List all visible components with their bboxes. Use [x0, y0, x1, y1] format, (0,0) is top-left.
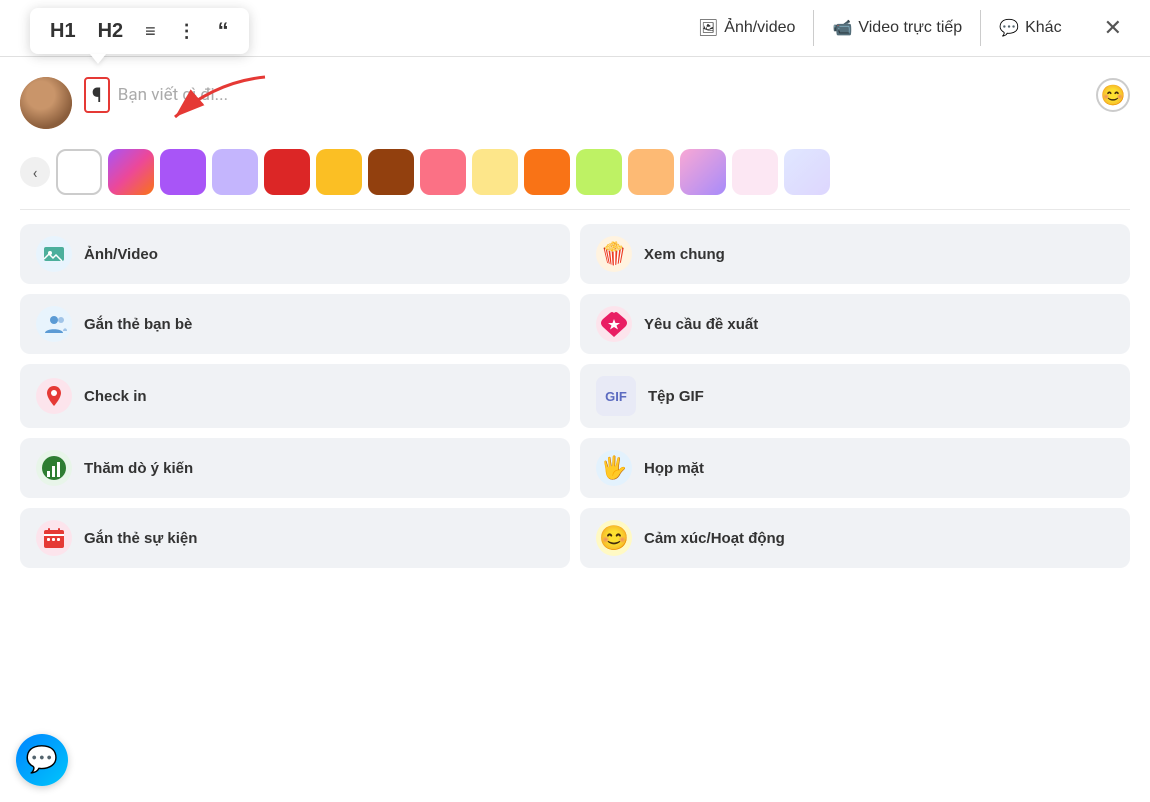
action-poll-label: Thăm dò ý kiến	[84, 460, 193, 477]
emoji-button[interactable]: 😊	[1096, 78, 1130, 112]
watch-action-icon: 🍿	[596, 236, 632, 272]
bg-swatch-orange[interactable]	[524, 149, 570, 195]
avatar-image	[20, 77, 72, 129]
bg-swatch-yellow[interactable]	[316, 149, 362, 195]
tab-other[interactable]: 💬 Khác	[980, 10, 1079, 46]
toolbar-tabs: 🖼 Ảnh/video 📹 Video trực tiếp 💬 Khác ✕	[680, 10, 1130, 46]
bg-swatch-pink[interactable]	[420, 149, 466, 195]
bg-swatch-peach[interactable]	[628, 149, 674, 195]
format-ol-button[interactable]: ⋮	[174, 19, 200, 44]
action-meeting-button[interactable]: 🖐 Họp mặt	[580, 438, 1130, 498]
paragraph-icon: ¶	[92, 83, 102, 107]
format-h2-button[interactable]: H2	[94, 18, 128, 45]
action-meeting-label: Họp mặt	[644, 460, 704, 477]
action-recommend-label: Yêu cầu đề xuất	[644, 316, 758, 333]
poll-action-icon	[36, 450, 72, 486]
action-tag-label: Gắn thẻ bạn bè	[84, 316, 192, 333]
action-tag-button[interactable]: Gắn thẻ bạn bè	[20, 294, 570, 354]
photo-action-icon	[36, 236, 72, 272]
action-watch-label: Xem chung	[644, 246, 725, 263]
tab-live-label: Video trực tiếp	[858, 19, 962, 37]
action-event-label: Gắn thẻ sự kiện	[84, 530, 197, 547]
bg-swatch-purple[interactable]	[160, 149, 206, 195]
action-checkin-button[interactable]: Check in	[20, 364, 570, 428]
photo-icon: 🖼	[698, 18, 718, 38]
avatar	[20, 77, 72, 129]
input-area: ¶ Bạn viết gì đi... 😊	[84, 77, 1130, 113]
chat-icon: 💬	[999, 18, 1019, 38]
gif-action-icon: GIF	[596, 376, 636, 416]
close-button[interactable]: ✕	[1096, 11, 1130, 45]
tag-action-icon	[36, 306, 72, 342]
bg-swatch-brown[interactable]	[368, 149, 414, 195]
action-poll-button[interactable]: Thăm dò ý kiến	[20, 438, 570, 498]
tab-other-label: Khác	[1025, 19, 1061, 37]
bg-swatch-gradient2[interactable]	[680, 149, 726, 195]
main-content: ¶ Bạn viết gì đi... 😊 ‹	[0, 57, 1150, 582]
action-event-button[interactable]: Gắn thẻ sự kiện	[20, 508, 570, 568]
bg-swatch-gradient1[interactable]	[108, 149, 154, 195]
format-ul-button[interactable]: ≡	[141, 19, 160, 44]
bg-swatch-lime[interactable]	[576, 149, 622, 195]
post-text-input[interactable]: Bạn viết gì đi...	[118, 85, 228, 105]
checkin-action-icon	[36, 378, 72, 414]
bg-swatch-lavender[interactable]	[212, 149, 258, 195]
format-quote-button[interactable]: “	[214, 16, 233, 46]
bg-swatch-red[interactable]	[264, 149, 310, 195]
action-gif-label: Tệp GIF	[648, 388, 704, 405]
action-checkin-label: Check in	[84, 388, 147, 405]
video-icon: 📹	[832, 18, 852, 38]
action-watch-button[interactable]: 🍿 Xem chung	[580, 224, 1130, 284]
meeting-action-icon: 🖐	[596, 450, 632, 486]
event-action-icon	[36, 520, 72, 556]
user-row: ¶ Bạn viết gì đi... 😊	[20, 57, 1130, 139]
feeling-action-icon: 😊	[596, 520, 632, 556]
messenger-icon: 💬	[26, 745, 58, 775]
action-feeling-label: Cảm xúc/Hoạt động	[644, 530, 785, 547]
action-photo-button[interactable]: Ảnh/Video	[20, 224, 570, 284]
format-tooltip: H1 H2 ≡ ⋮ “	[30, 8, 249, 54]
messenger-button[interactable]: 💬	[16, 734, 68, 786]
bg-swatch-gradient3[interactable]	[784, 149, 830, 195]
bg-prev-button[interactable]: ‹	[20, 157, 50, 187]
bg-swatch-lightpink[interactable]	[732, 149, 778, 195]
action-photo-label: Ảnh/Video	[84, 246, 158, 263]
bg-swatch-white[interactable]	[56, 149, 102, 195]
tab-live[interactable]: 📹 Video trực tiếp	[813, 10, 980, 46]
action-recommend-button[interactable]: Yêu cầu đề xuất	[580, 294, 1130, 354]
bg-swatch-lightyellow[interactable]	[472, 149, 518, 195]
tab-photo[interactable]: 🖼 Ảnh/video	[680, 10, 813, 46]
paragraph-icon-wrapper[interactable]: ¶	[84, 77, 110, 113]
tab-photo-label: Ảnh/video	[724, 19, 795, 37]
action-feeling-button[interactable]: 😊 Cảm xúc/Hoạt động	[580, 508, 1130, 568]
recommend-action-icon	[596, 306, 632, 342]
bg-color-picker: ‹	[20, 139, 1130, 210]
format-h1-button[interactable]: H1	[46, 18, 80, 45]
action-gif-button[interactable]: GIF Tệp GIF	[580, 364, 1130, 428]
actions-grid: Ảnh/Video 🍿 Xem chung Gắn thẻ bạn bè	[20, 210, 1130, 582]
